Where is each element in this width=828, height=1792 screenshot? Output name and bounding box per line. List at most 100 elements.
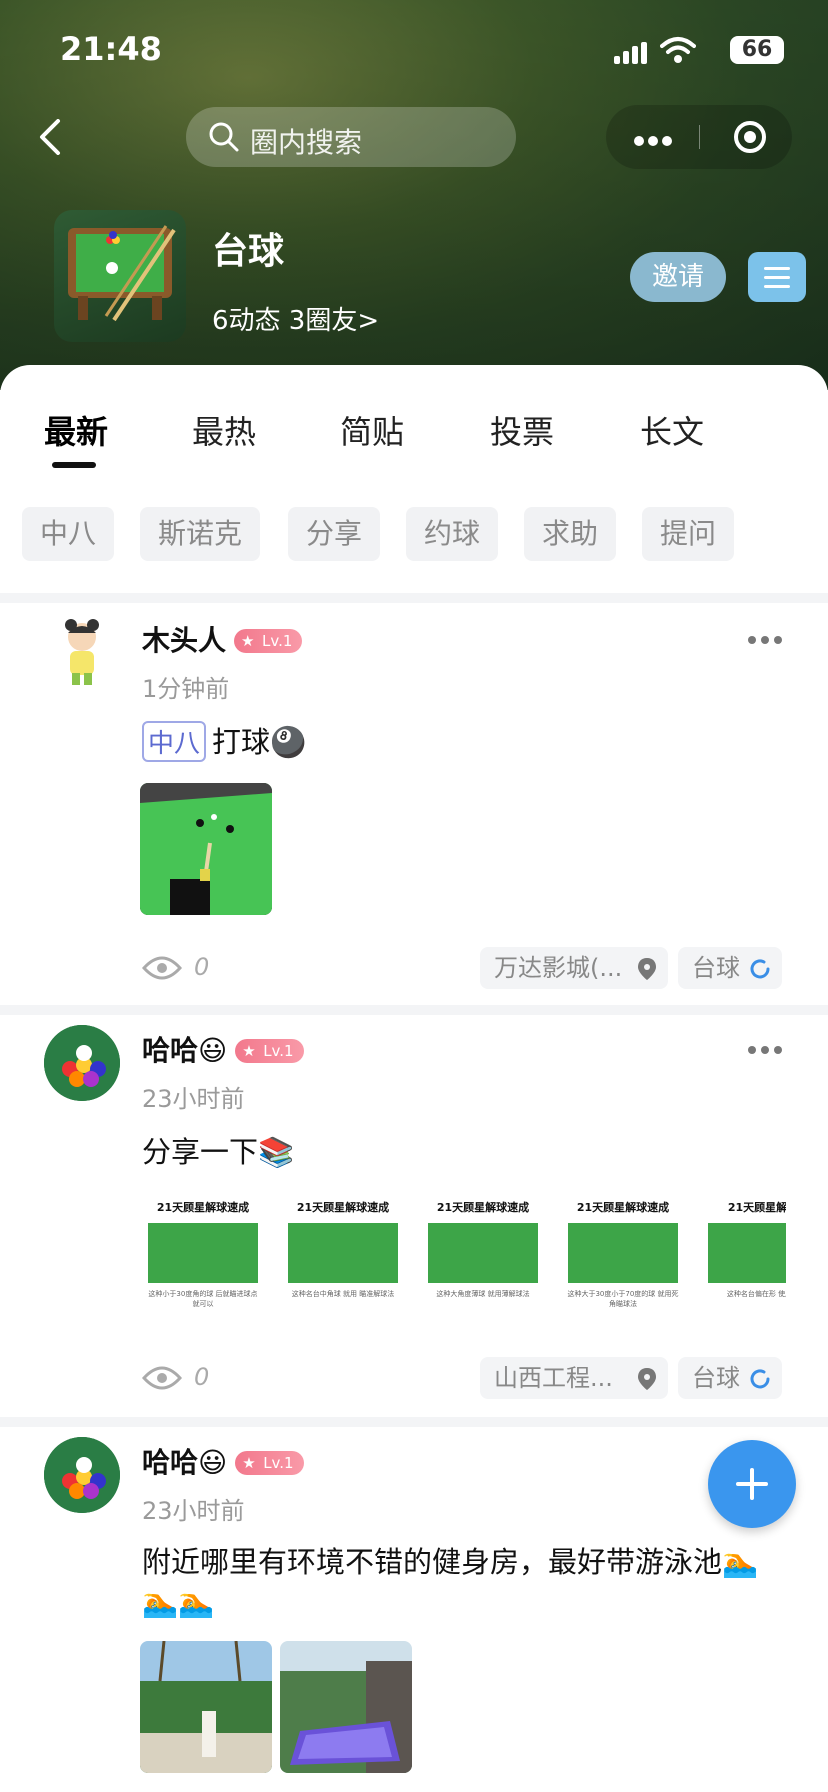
location-text: 万达影城(... <box>494 954 623 982</box>
list-menu-button[interactable] <box>748 252 806 302</box>
search-placeholder: 圈内搜索 <box>250 126 363 159</box>
location-pin-icon <box>638 1368 656 1390</box>
post-image-strip[interactable]: 21天顾星解球速成 这种小于30度角的球 后就瞄进球点就可以 21天顾星解球速成… <box>146 1187 786 1323</box>
tab-hot[interactable]: 最热 <box>192 407 256 453</box>
section-divider <box>0 1005 828 1015</box>
circle-avatar <box>54 210 186 342</box>
card-caption: 这种名台偏在形 使用背 <box>726 1290 786 1298</box>
signal-icon <box>614 42 648 64</box>
view-count-value: 0 <box>194 1363 210 1391</box>
post-text: 中八 打球🎱 <box>142 719 306 762</box>
post-more-icon[interactable] <box>743 629 782 648</box>
view-count: 0 <box>141 953 210 982</box>
card-title: 21天顾星解球速成 <box>436 1201 530 1214</box>
battery-indicator: 66 <box>730 36 784 64</box>
post-body: 打球 <box>212 725 271 759</box>
view-count-value: 0 <box>194 953 210 981</box>
user-avatar[interactable] <box>44 615 120 691</box>
circle-title: 台球 <box>212 231 285 272</box>
level-badge: Lv.1 <box>235 1451 304 1475</box>
card-caption: 这种小于30度角的球 后就瞄进球点就可以 <box>148 1290 258 1308</box>
billiard-table-icon <box>68 225 176 322</box>
circle-tag[interactable]: 台球 <box>678 947 782 989</box>
status-bar: 21:48 66 <box>60 28 788 68</box>
top-nav: 圈内搜索 <box>0 105 828 169</box>
billiards-player-emoji: 🎱 <box>270 725 307 759</box>
chip-meetup[interactable]: 约球 <box>406 507 499 561</box>
post-time: 1分钟前 <box>142 675 230 703</box>
close-miniprogram-icon[interactable] <box>734 121 766 153</box>
user-name-text: 木头人 <box>142 624 227 657</box>
post-image[interactable] <box>140 1641 272 1773</box>
wifi-icon <box>660 37 696 63</box>
refresh-icon <box>750 959 770 979</box>
circle-tag-text: 台球 <box>692 1364 740 1392</box>
card-title: 21天顾星解球速成 <box>156 1201 250 1214</box>
post-more-icon[interactable] <box>743 1039 782 1058</box>
user-name[interactable]: 哈哈😃 Lv.1 <box>142 1441 304 1481</box>
chip-share[interactable]: 分享 <box>288 507 381 561</box>
back-arrow-icon[interactable] <box>36 119 66 155</box>
refresh-icon <box>750 1369 770 1389</box>
more-options-icon[interactable] <box>634 131 676 150</box>
section-divider <box>0 593 828 603</box>
level-badge: Lv.1 <box>235 1039 304 1063</box>
location-tag[interactable]: 山西工程... <box>480 1357 668 1399</box>
user-avatar[interactable] <box>44 1025 120 1101</box>
user-name-text: 哈哈😃 <box>142 1446 228 1479</box>
user-name-text: 哈哈😃 <box>142 1034 228 1067</box>
post-image[interactable] <box>280 1641 412 1773</box>
location-pin-icon <box>638 958 656 980</box>
post-time: 23小时前 <box>142 1497 245 1525</box>
tab-long-article[interactable]: 长文 <box>640 407 704 453</box>
post-card[interactable]: 哈哈😃 Lv.1 23小时前 分享一下📚 21天顾星解球速成 这种小于30度角的球… <box>0 1015 828 1375</box>
location-tag[interactable]: 万达影城(... <box>480 947 668 989</box>
post-image[interactable] <box>140 783 272 915</box>
topic-filter-chips: 中八 斯诺克 分享 约球 求助 提问 <box>22 507 822 561</box>
feed-tabs: 最新 最热 简贴 投票 长文 <box>0 407 828 467</box>
user-avatar[interactable] <box>44 1437 120 1513</box>
chip-question[interactable]: 提问 <box>642 507 735 561</box>
level-badge: Lv.1 <box>234 629 303 653</box>
post-card[interactable]: 哈哈😃 Lv.1 23小时前 附近哪里有环境不错的健身房，最好带游泳池🏊 🏊🏊 <box>0 1427 828 1792</box>
post-image[interactable]: 21天顾星解球速成 这种大于30度小于70度的球 就用死角瞄球法 <box>566 1187 680 1323</box>
circle-search-input[interactable]: 圈内搜索 <box>186 107 516 167</box>
post-text-continued: 🏊🏊 <box>142 1585 215 1619</box>
view-count: 0 <box>141 1363 210 1392</box>
card-title: 21天顾星解球 <box>727 1201 786 1214</box>
post-card[interactable]: 木头人 Lv.1 1分钟前 中八打球🎱 <box>0 605 828 915</box>
circle-tag-text: 台球 <box>692 954 740 982</box>
chip-snooker[interactable]: 斯诺克 <box>140 507 261 561</box>
post-image[interactable]: 21天顾星解球速成 这种小于30度角的球 后就瞄进球点就可以 <box>146 1187 260 1323</box>
post-image[interactable]: 21天顾星解球速成 这种名台中角球 就用 瞄准解球法 <box>286 1187 400 1323</box>
post-text: 分享一下📚 <box>142 1135 295 1169</box>
post-time: 23小时前 <box>142 1085 245 1113</box>
post-image[interactable]: 21天顾星解球速成 这种大角度薄球 就用薄解球法 <box>426 1187 540 1323</box>
eye-icon <box>141 956 183 980</box>
circle-tag[interactable]: 台球 <box>678 1357 782 1399</box>
card-title: 21天顾星解球速成 <box>576 1201 670 1214</box>
feed-panel: 最新 最热 简贴 投票 长文 中八 斯诺克 分享 约球 求助 提问 木头人 Lv.… <box>0 365 828 1792</box>
tab-short-post[interactable]: 简贴 <box>340 407 404 453</box>
user-name[interactable]: 哈哈😃 Lv.1 <box>142 1029 304 1069</box>
post-image[interactable]: 21天顾星解球 这种名台偏在形 使用背 <box>706 1187 786 1323</box>
chip-help[interactable]: 求助 <box>524 507 617 561</box>
chip-zhongba[interactable]: 中八 <box>22 507 115 561</box>
card-caption: 这种大于30度小于70度的球 就用死角瞄球法 <box>567 1290 679 1308</box>
capsule-divider <box>699 125 700 149</box>
invite-button[interactable]: 邀请 <box>630 252 726 302</box>
search-icon <box>209 122 239 152</box>
mini-program-capsule <box>606 105 792 169</box>
status-time: 21:48 <box>60 30 162 68</box>
user-name[interactable]: 木头人 Lv.1 <box>142 619 303 659</box>
eye-icon <box>141 1366 183 1390</box>
card-caption: 这种大角度薄球 就用薄解球法 <box>436 1290 530 1298</box>
tab-vote[interactable]: 投票 <box>490 407 554 453</box>
card-caption: 这种名台中角球 就用 瞄准解球法 <box>291 1290 395 1298</box>
active-tab-indicator <box>52 462 96 468</box>
tab-latest[interactable]: 最新 <box>44 407 108 453</box>
location-text: 山西工程... <box>494 1364 613 1392</box>
create-post-button[interactable] <box>708 1440 796 1528</box>
circle-stats-link[interactable]: 6动态 3圈友> <box>212 300 379 337</box>
post-topic-tag[interactable]: 中八 <box>142 721 207 762</box>
